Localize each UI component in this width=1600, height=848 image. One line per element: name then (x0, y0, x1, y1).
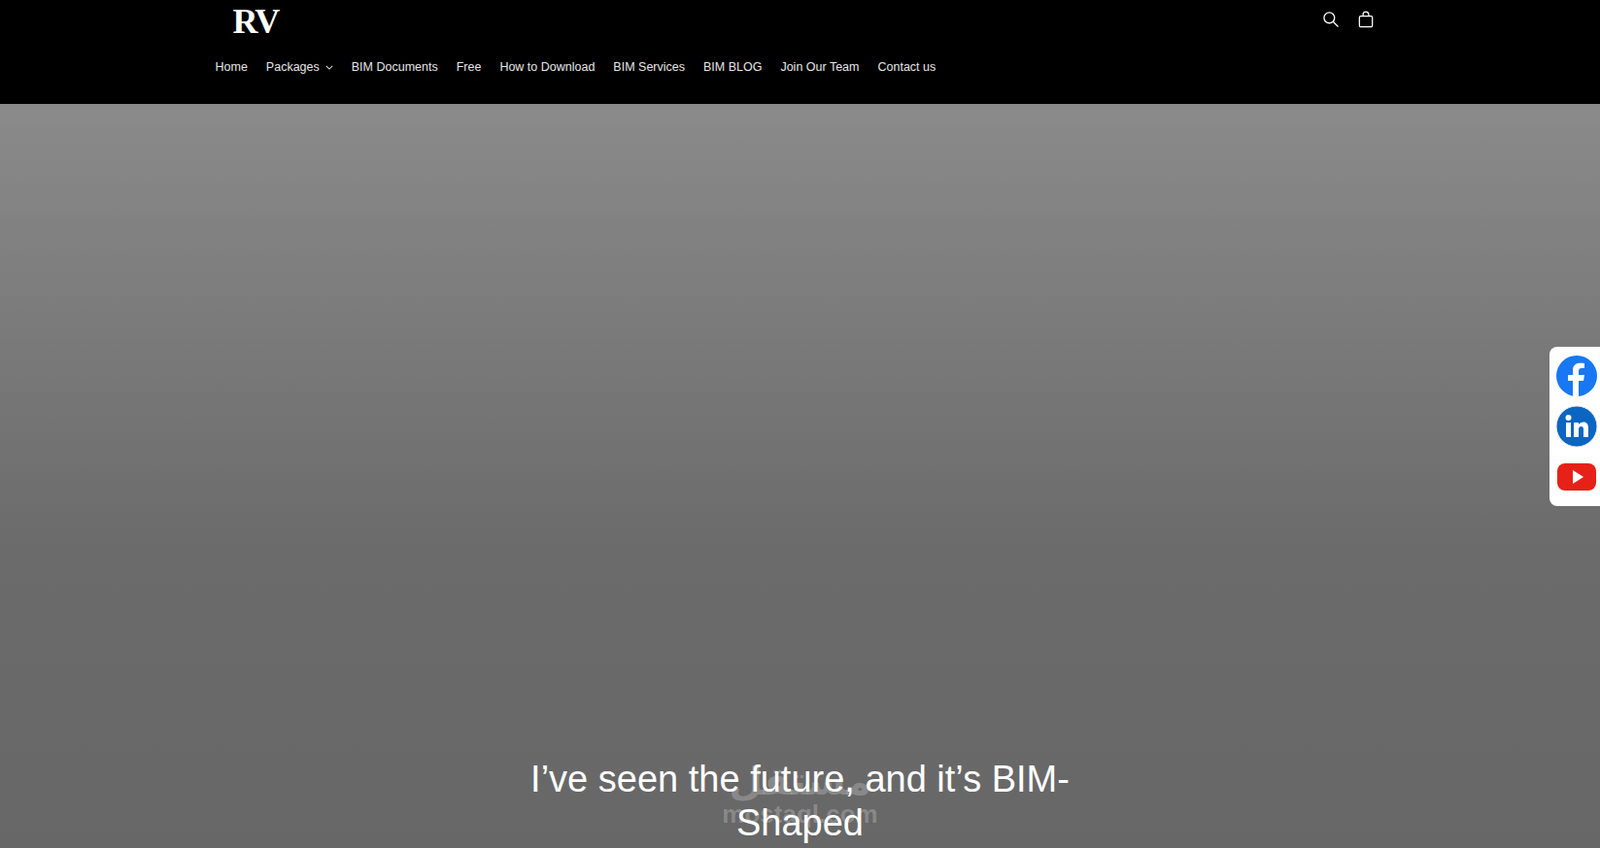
logo[interactable]: RV (215, 0, 279, 39)
nav-item[interactable]: Contact us (877, 60, 936, 74)
main-nav: Home Packages BIM Documents Free How to Down… (215, 56, 1386, 74)
nav-item[interactable]: BIM Services (612, 60, 685, 74)
facebook-icon[interactable] (1555, 354, 1599, 398)
nav-item[interactable]: How to Download (499, 60, 595, 74)
watermark: مستقلmostaql.com (721, 761, 878, 829)
nav-item[interactable]: Free (456, 60, 482, 74)
hero-banner: I’ve seen the future, and it’s BIM-Shape… (0, 103, 1600, 848)
cart-icon[interactable] (1356, 9, 1376, 30)
nav-item[interactable]: BIM BLOG (703, 60, 762, 74)
site-header: RV Home Packages BIM Documents Free How to Do… (0, 0, 1600, 104)
youtube-icon[interactable] (1555, 455, 1599, 499)
page: RV Home Packages BIM Documents Free How to Do… (0, 0, 1600, 848)
nav-item[interactable]: Packages (266, 60, 334, 74)
search-icon[interactable] (1321, 9, 1341, 30)
chevron-down-icon (325, 65, 334, 70)
social-link[interactable] (1555, 405, 1599, 448)
nav-item[interactable]: Home (215, 60, 248, 74)
nav-item[interactable]: Join Our Team (780, 60, 859, 74)
hero-heading: I’ve seen the future, and it’s BIM-Shape… (509, 757, 1092, 847)
social-link[interactable] (1555, 455, 1599, 499)
linkedin-icon[interactable] (1555, 405, 1599, 448)
nav-item[interactable]: BIM Documents (351, 60, 439, 74)
social-bar (1549, 346, 1600, 507)
social-link[interactable] (1555, 354, 1599, 398)
